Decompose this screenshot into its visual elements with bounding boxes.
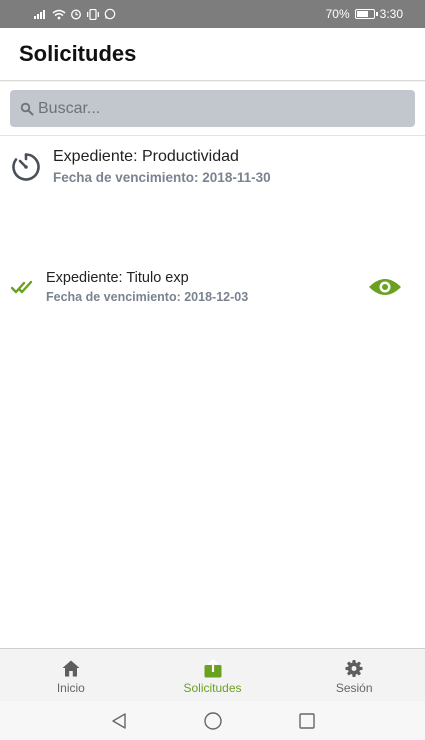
nav-label: Sesión	[335, 680, 373, 695]
status-bar: 70% 3:30	[0, 0, 425, 28]
pending-clock-icon	[11, 152, 41, 182]
vibrate-icon	[86, 8, 100, 20]
request-due-date: Fecha de vencimiento: 2018-12-03	[46, 290, 249, 304]
system-nav-bar	[0, 701, 425, 740]
search-icon	[20, 102, 34, 116]
request-item[interactable]: Expediente: Productividad Fecha de venci…	[0, 137, 425, 195]
status-icons	[34, 8, 116, 20]
upload-box-icon	[203, 658, 223, 678]
search-bar	[0, 82, 425, 136]
recents-square-icon[interactable]	[297, 711, 317, 731]
double-check-icon	[10, 280, 35, 294]
clock: 3:30	[379, 7, 403, 21]
request-title: Expediente: Productividad	[53, 148, 239, 165]
search-input[interactable]	[38, 99, 398, 118]
whatsapp-icon	[104, 8, 116, 20]
nav-item-inicio[interactable]: Inicio	[0, 649, 142, 701]
battery-icon	[354, 9, 378, 19]
nav-item-sesion[interactable]: Sesión	[283, 649, 425, 701]
battery-percent: 70%	[325, 7, 350, 21]
bottom-nav: Inicio Solicitudes Sesión	[0, 648, 425, 701]
request-title: Expediente: Titulo exp	[46, 270, 189, 286]
request-due-date: Fecha de vencimiento: 2018-11-30	[53, 170, 271, 185]
back-triangle-icon[interactable]	[109, 711, 129, 731]
view-eye-icon[interactable]	[368, 276, 402, 298]
nav-item-solicitudes[interactable]: Solicitudes	[142, 649, 284, 701]
gear-icon	[344, 659, 364, 678]
app-bar: Solicitudes	[0, 28, 425, 81]
home-circle-icon[interactable]	[203, 711, 223, 731]
request-list: Expediente: Productividad Fecha de venci…	[0, 137, 425, 304]
signal-icon	[34, 9, 48, 19]
nav-label: Inicio	[56, 680, 85, 695]
status-right: 70% 3:30	[326, 7, 403, 21]
search-box[interactable]	[10, 90, 415, 127]
home-icon	[61, 659, 81, 678]
request-item[interactable]: Expediente: Titulo exp Fecha de vencimie…	[0, 195, 425, 304]
wifi-icon	[52, 9, 66, 20]
nav-label: Solicitudes	[183, 680, 242, 695]
alarm-icon	[70, 8, 82, 20]
page-title: Solicitudes	[19, 41, 137, 66]
